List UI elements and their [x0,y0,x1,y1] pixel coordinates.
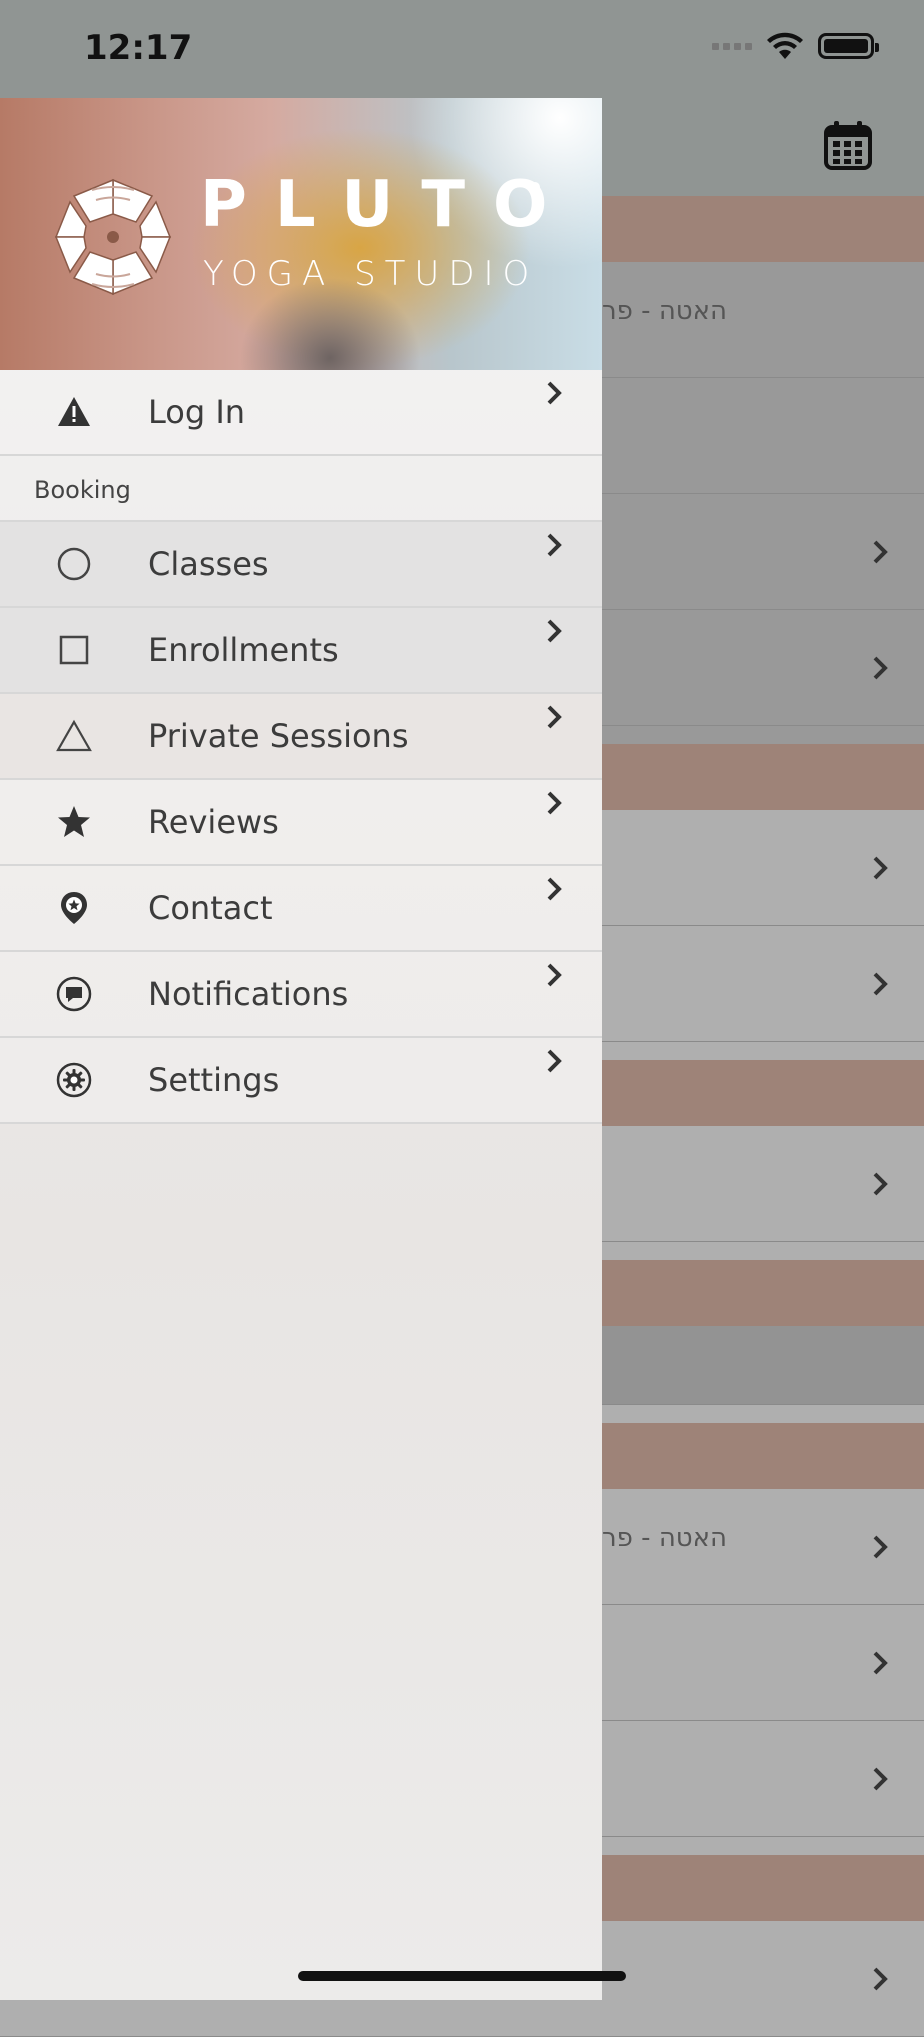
menu-label: Log In [148,393,246,431]
brand-name: PLUTO [200,168,576,242]
circle-icon [57,547,91,581]
brand-dot [530,182,540,192]
menu-item-classes[interactable]: Classes [0,522,602,608]
chevron-right-icon [873,540,888,563]
side-drawer: PLUTO YOGA STUDIO Log In Booking Classes… [0,98,602,2000]
location-pin-icon [61,892,87,924]
menu-label: Private Sessions [148,717,409,755]
chevron-right-icon [547,533,562,557]
chevron-right-icon [873,856,888,879]
chevron-right-icon [873,1651,888,1674]
menu-item-notifications[interactable]: Notifications [0,952,602,1038]
chevron-right-icon [873,972,888,995]
menu-item-enrollments[interactable]: Enrollments [0,608,602,694]
status-icons [712,32,879,60]
chevron-right-icon [547,877,562,901]
menu-label: Settings [148,1061,280,1099]
menu-label: Contact [148,889,273,927]
chevron-right-icon [873,1767,888,1790]
gear-icon [56,1062,92,1098]
square-icon [59,635,89,665]
triangle-icon [56,719,92,752]
menu-label: Reviews [148,803,279,841]
menu-item-login[interactable]: Log In [0,370,602,456]
status-bar: 12:17 [0,0,924,98]
warning-icon [58,397,90,426]
section-label-booking: Booking [0,456,602,522]
chat-bubble-icon [56,976,92,1012]
chevron-right-icon [547,1049,562,1073]
list-item-text: האטה - פר [602,296,728,326]
menu-label: Notifications [148,975,349,1013]
section-label-text: Booking [34,476,131,504]
chevron-right-icon [547,381,562,405]
battery-icon [818,33,879,59]
brand-subtitle: YOGA STUDIO [203,254,539,294]
wifi-icon [767,32,803,59]
menu-item-private-sessions[interactable]: Private Sessions [0,694,602,780]
pluto-logo-icon [54,178,172,296]
star-icon [58,806,90,837]
chevron-right-icon [547,619,562,643]
menu-item-settings[interactable]: Settings [0,1038,602,1124]
chevron-right-icon [547,963,562,987]
status-time: 12:17 [84,28,193,68]
chevron-right-icon [873,1172,888,1195]
home-indicator [298,1971,626,1981]
signal-icon [712,42,752,50]
menu-label: Enrollments [148,631,339,669]
menu-label: Classes [148,545,269,583]
chevron-right-icon [873,1535,888,1558]
calendar-icon[interactable] [824,120,872,170]
chevron-right-icon [547,705,562,729]
list-item-text: האטה - פר [602,1523,728,1553]
menu-item-reviews[interactable]: Reviews [0,780,602,866]
drawer-header: PLUTO YOGA STUDIO [0,98,602,370]
menu-item-contact[interactable]: Contact [0,866,602,952]
chevron-right-icon [547,791,562,815]
chevron-right-icon [873,656,888,679]
chevron-right-icon [873,1967,888,1990]
